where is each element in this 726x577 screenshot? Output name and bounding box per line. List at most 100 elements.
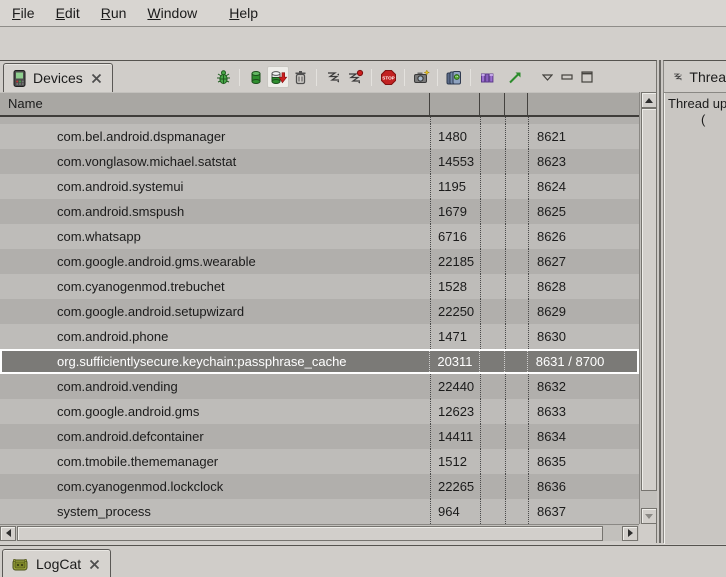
table-row[interactable]: com.tmobile.thememanager 1512 8635 — [0, 449, 639, 474]
table-header: Name — [0, 92, 639, 117]
toolbar-separator — [470, 69, 471, 86]
start-method-profiling-icon[interactable] — [344, 66, 366, 88]
table-row[interactable]: com.android.systemui 1195 8624 — [0, 174, 639, 199]
process-pid: 22185 — [430, 249, 480, 274]
status-cell — [505, 474, 528, 499]
table-row[interactable]: system_process 964 8637 — [0, 499, 639, 524]
horizontal-scroll-thumb[interactable] — [17, 526, 603, 541]
vertical-scroll-thumb[interactable] — [641, 108, 657, 491]
status-cell — [480, 374, 505, 399]
process-name: com.android.defcontainer — [0, 424, 430, 449]
column-header-port[interactable] — [528, 93, 639, 115]
logcat-panel: LogCat — [0, 545, 726, 577]
devices-view: Devices — [0, 60, 657, 543]
process-pid: 1512 — [430, 449, 480, 474]
status-cell — [505, 374, 528, 399]
table-row[interactable]: com.whatsapp 6716 8626 — [0, 224, 639, 249]
status-cell — [505, 324, 528, 349]
dump-hprof-icon[interactable] — [267, 66, 289, 88]
process-pid: 1471 — [430, 324, 480, 349]
close-icon[interactable] — [90, 72, 103, 85]
process-name: com.android.vending — [0, 374, 430, 399]
devices-tabbar: Devices — [0, 61, 656, 92]
start-tracing-icon[interactable] — [504, 66, 526, 88]
screen-capture-icon[interactable] — [410, 66, 432, 88]
table-row[interactable]: com.android.defcontainer 14411 8634 — [0, 424, 639, 449]
process-port: 8629 — [528, 299, 639, 324]
process-port: 8632 — [528, 374, 639, 399]
tab-logcat[interactable]: LogCat — [2, 549, 111, 577]
toolbar-separator — [404, 69, 405, 86]
process-port: 8623 — [528, 149, 639, 174]
threads-tabbar[interactable]: Threa — [664, 61, 726, 92]
table-row[interactable]: com.android.vending 22440 8632 — [0, 374, 639, 399]
column-header-pid[interactable] — [430, 93, 480, 115]
column-header-b[interactable] — [505, 93, 528, 115]
status-cell — [505, 224, 528, 249]
process-pid: 22250 — [430, 299, 480, 324]
status-cell — [505, 124, 528, 149]
scroll-up-icon[interactable] — [641, 92, 657, 108]
threads-message-line2: ( — [701, 112, 705, 127]
close-icon[interactable] — [88, 558, 101, 571]
menu-file[interactable]: File — [3, 1, 44, 25]
vertical-scrollbar[interactable] — [639, 92, 657, 524]
scroll-right-icon[interactable] — [622, 526, 638, 541]
tab-threads-label: Threa — [689, 69, 726, 85]
table-row-selected[interactable]: org.sufficientlysecure.keychain:passphra… — [0, 349, 639, 374]
process-name: com.android.phone — [0, 324, 430, 349]
menu-help[interactable]: Help — [220, 1, 267, 25]
system-info-icon[interactable] — [476, 66, 498, 88]
menu-edit[interactable]: Edit — [47, 1, 89, 25]
process-name: com.vonglasow.michael.satstat — [0, 149, 430, 174]
status-cell — [505, 449, 528, 474]
tab-devices[interactable]: Devices — [3, 63, 113, 92]
process-name: com.android.systemui — [0, 174, 430, 199]
maximize-icon[interactable] — [581, 71, 593, 83]
update-threads-icon[interactable] — [322, 66, 344, 88]
threads-view: Threa Thread up ( — [663, 60, 726, 543]
view-window-buttons — [542, 71, 593, 83]
multi-device-capture-icon[interactable] — [443, 66, 465, 88]
status-cell — [505, 424, 528, 449]
scroll-left-icon[interactable] — [0, 526, 16, 541]
table-row[interactable]: com.android.smspush 1679 8625 — [0, 199, 639, 224]
minimize-icon[interactable] — [561, 74, 573, 80]
table-row[interactable]: com.cyanogenmod.trebuchet 1528 8628 — [0, 274, 639, 299]
status-cell — [505, 174, 528, 199]
scroll-down-icon[interactable] — [641, 508, 657, 524]
status-cell — [480, 174, 505, 199]
process-port: 8621 — [528, 124, 639, 149]
partial-row[interactable] — [0, 117, 639, 124]
menu-run[interactable]: Run — [92, 1, 136, 25]
table-row[interactable]: com.google.android.gms 12623 8633 — [0, 399, 639, 424]
tab-logcat-label: LogCat — [36, 556, 81, 572]
table-row[interactable]: com.google.android.gms.wearable 22185 86… — [0, 249, 639, 274]
horizontal-scrollbar[interactable] — [0, 524, 639, 541]
process-port: 8636 — [528, 474, 639, 499]
table-row[interactable]: com.android.phone 1471 8630 — [0, 324, 639, 349]
threads-message-line1: Thread up — [668, 96, 726, 111]
process-pid: 22265 — [430, 474, 480, 499]
table-row[interactable]: com.google.android.setupwizard 22250 862… — [0, 299, 639, 324]
menu-window[interactable]: Window — [138, 1, 206, 25]
table-row[interactable]: com.bel.android.dspmanager 1480 8621 — [0, 124, 639, 149]
table-row[interactable]: com.vonglasow.michael.satstat 14553 8623 — [0, 149, 639, 174]
cause-gc-icon[interactable] — [289, 66, 311, 88]
stop-process-icon[interactable]: STOP — [377, 66, 399, 88]
process-port: 8635 — [528, 449, 639, 474]
table-row[interactable]: com.cyanogenmod.lockclock 22265 8636 — [0, 474, 639, 499]
status-cell — [480, 499, 505, 524]
process-pid: 22440 — [430, 374, 480, 399]
view-menu-icon[interactable] — [542, 74, 553, 81]
process-pid: 964 — [430, 499, 480, 524]
column-header-a[interactable] — [480, 93, 505, 115]
process-port: 8637 — [528, 499, 639, 524]
column-header-name[interactable]: Name — [0, 93, 430, 115]
debug-process-icon[interactable] — [212, 66, 234, 88]
status-cell — [480, 224, 505, 249]
status-cell — [480, 474, 505, 499]
update-heap-icon[interactable] — [245, 66, 267, 88]
process-port: 8624 — [528, 174, 639, 199]
status-cell — [505, 199, 528, 224]
